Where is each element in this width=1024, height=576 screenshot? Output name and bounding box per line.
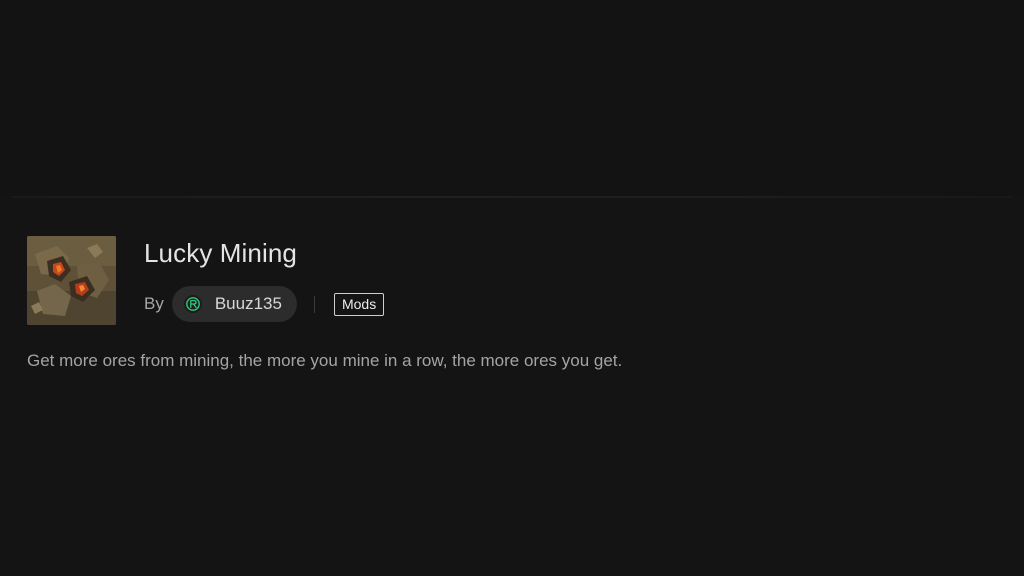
- category-badge[interactable]: Mods: [333, 292, 385, 316]
- author-chip[interactable]: Buuz135: [171, 286, 297, 322]
- header-banner: [0, 0, 1024, 196]
- byline-separator: [313, 295, 315, 313]
- mod-page: Lucky Mining By Buuz135 Mods Get more or…: [0, 0, 1024, 576]
- mod-description: Get more ores from mining, the more you …: [27, 351, 623, 370]
- mod-header: Lucky Mining By Buuz135 Mods: [27, 236, 747, 326]
- byline: By Buuz135 Mods: [144, 286, 385, 322]
- ore-block-thumbnail-icon: [27, 236, 116, 325]
- section-divider: [12, 196, 1012, 198]
- by-label: By: [144, 294, 164, 313]
- author-name: Buuz135: [214, 294, 282, 313]
- author-avatar-icon: [183, 295, 202, 313]
- mod-title: Lucky Mining: [144, 238, 297, 268]
- mod-thumbnail[interactable]: [27, 236, 116, 325]
